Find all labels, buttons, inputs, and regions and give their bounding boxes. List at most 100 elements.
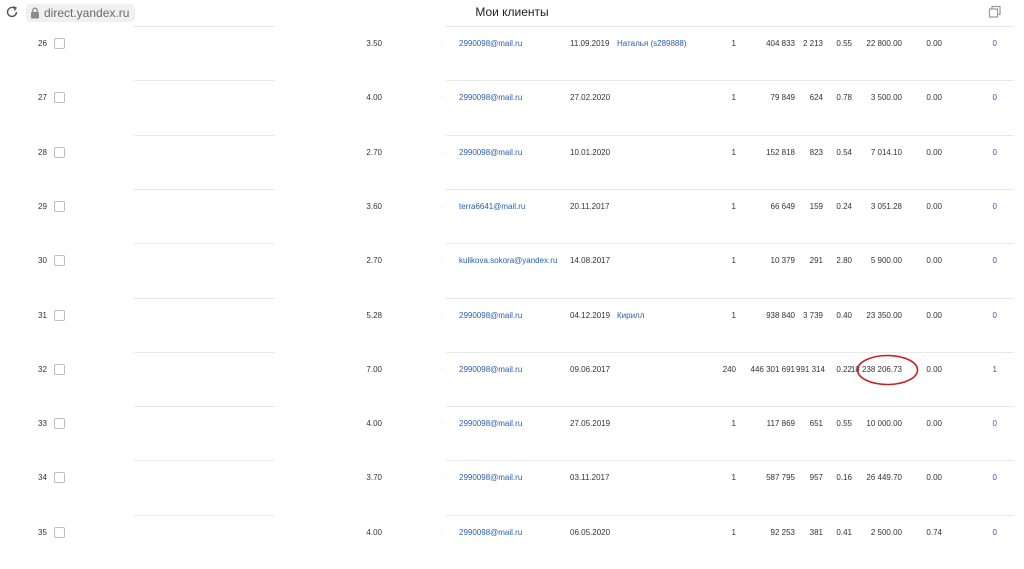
balance-value: 0.00: [926, 419, 942, 429]
campaign-count: 1: [731, 310, 736, 320]
created-date: 10.01.2020: [570, 147, 611, 157]
row-divider: [446, 243, 1014, 245]
separator-dot: ·: [441, 39, 444, 48]
impressions-value: 404 833: [766, 39, 795, 48]
impressions-value: 117 869: [766, 419, 795, 429]
balance-value: 0.00: [926, 93, 942, 103]
client-email-link[interactable]: terra6641@mail.ru: [459, 202, 525, 212]
last-column-link[interactable]: 1: [985, 365, 997, 375]
clicks-value: 381: [809, 527, 823, 537]
row-checkbox[interactable]: [54, 526, 65, 538]
row-divider: [134, 297, 275, 299]
row-number: 28: [38, 147, 47, 157]
campaign-count: 1: [731, 256, 736, 266]
row-checkbox[interactable]: [54, 363, 65, 375]
balance-value: 0.00: [926, 147, 942, 157]
rating-value: 2.70: [366, 147, 382, 157]
row-number: 31: [38, 310, 47, 320]
row-number: 34: [38, 473, 47, 483]
separator-dot: ·: [441, 310, 444, 320]
table-row: · 31 5.28 2990098@mail.ru 04.12.2019 Кирилл 1 9…: [0, 297, 1024, 352]
rating-value: 4.00: [366, 419, 382, 429]
separator-dot: ·: [441, 527, 444, 537]
row-divider: [446, 80, 1014, 82]
client-email-link[interactable]: 2990098@mail.ru: [459, 311, 522, 321]
last-column-link[interactable]: 0: [985, 202, 997, 212]
last-column-link[interactable]: 0: [985, 148, 997, 158]
last-column-link[interactable]: 0: [985, 256, 997, 266]
table-row: · 30 2.70 kulikova.sokora@yandex.ru 14.08.20…: [0, 243, 1024, 297]
row-divider: [134, 351, 275, 353]
separator-dot: ·: [441, 93, 444, 103]
row-divider: [446, 297, 1014, 299]
impressions-value: 587 795: [766, 473, 795, 483]
balance-value: 0.00: [926, 256, 942, 266]
separator-dot: ·: [441, 256, 444, 266]
row-checkbox[interactable]: [54, 309, 65, 321]
page-title: Мои клиенты: [475, 5, 549, 19]
manager-link[interactable]: Кирилл: [617, 311, 644, 321]
created-date: 04.12.2019: [570, 310, 611, 320]
table-row: · 26 3.50 2990098@mail.ru 11.09.2019 Наталья …: [0, 26, 1024, 80]
row-divider: [134, 460, 275, 462]
client-email-link[interactable]: 2990098@mail.ru: [459, 148, 522, 158]
impressions-value: 938 840: [766, 310, 795, 320]
last-column-link[interactable]: 0: [985, 419, 997, 429]
client-email-link[interactable]: 2990098@mail.ru: [459, 528, 522, 538]
balance-value: 0.00: [926, 473, 942, 483]
row-number: 29: [38, 201, 47, 211]
row-number: 32: [38, 364, 47, 374]
client-email-link[interactable]: kulikova.sokora@yandex.ru: [459, 256, 557, 266]
campaign-count: 1: [731, 147, 736, 157]
client-email-link[interactable]: 2990098@mail.ru: [459, 473, 522, 483]
balance-value: 0.00: [926, 310, 942, 320]
row-checkbox[interactable]: [54, 200, 65, 212]
row-checkbox[interactable]: [54, 472, 65, 484]
rating-value: 4.00: [366, 527, 382, 537]
ctr-value: 0.41: [836, 527, 852, 537]
created-date: 27.05.2019: [570, 419, 611, 429]
client-email-link[interactable]: 2990098@mail.ru: [459, 39, 522, 49]
row-divider: [446, 406, 1014, 408]
row-divider: [446, 188, 1014, 190]
clicks-value: 291: [809, 256, 823, 266]
row-divider: [446, 351, 1014, 353]
ctr-value: 0.22: [836, 364, 852, 374]
window-icon[interactable]: [988, 5, 1002, 19]
row-divider: [134, 406, 275, 408]
rating-value: 3.70: [366, 473, 382, 483]
clicks-value: 991 314: [796, 364, 825, 374]
spend-value: 22 800.00: [866, 39, 902, 48]
last-column-link[interactable]: 0: [985, 473, 997, 483]
address-bar[interactable]: direct.yandex.ru: [26, 4, 136, 22]
rating-value: 7.00: [366, 364, 382, 374]
last-column-link[interactable]: 0: [985, 311, 997, 321]
last-column-link[interactable]: 0: [985, 39, 997, 49]
row-checkbox[interactable]: [54, 146, 65, 158]
spend-value: 18 238 206.73: [850, 364, 902, 374]
client-email-link[interactable]: 2990098@mail.ru: [459, 419, 522, 429]
client-email-link[interactable]: 2990098@mail.ru: [459, 365, 522, 375]
created-date: 27.02.2020: [570, 93, 611, 103]
last-column-link[interactable]: 0: [985, 93, 997, 103]
row-checkbox[interactable]: [54, 38, 65, 49]
last-column-link[interactable]: 0: [985, 528, 997, 538]
manager-link[interactable]: Наталья (s289888): [617, 39, 687, 49]
row-checkbox[interactable]: [54, 255, 65, 267]
row-checkbox[interactable]: [54, 92, 65, 104]
separator-dot: ·: [441, 364, 444, 374]
ctr-value: 0.78: [836, 93, 852, 103]
row-checkbox[interactable]: [54, 418, 65, 430]
campaign-count: 1: [731, 419, 736, 429]
client-email-link[interactable]: 2990098@mail.ru: [459, 93, 522, 103]
ctr-value: 0.40: [836, 310, 852, 320]
campaign-count: 1: [731, 201, 736, 211]
browser-toolbar: direct.yandex.ru Мои клиенты: [0, 0, 1024, 26]
created-date: 09.06.2017: [570, 364, 611, 374]
clicks-value: 2 213: [802, 39, 823, 48]
created-date: 14.08.2017: [570, 256, 611, 266]
separator-dot: ·: [441, 419, 444, 429]
reload-icon[interactable]: [4, 4, 20, 20]
rating-value: 2.70: [366, 256, 382, 266]
impressions-value: 446 301 691: [750, 364, 796, 374]
